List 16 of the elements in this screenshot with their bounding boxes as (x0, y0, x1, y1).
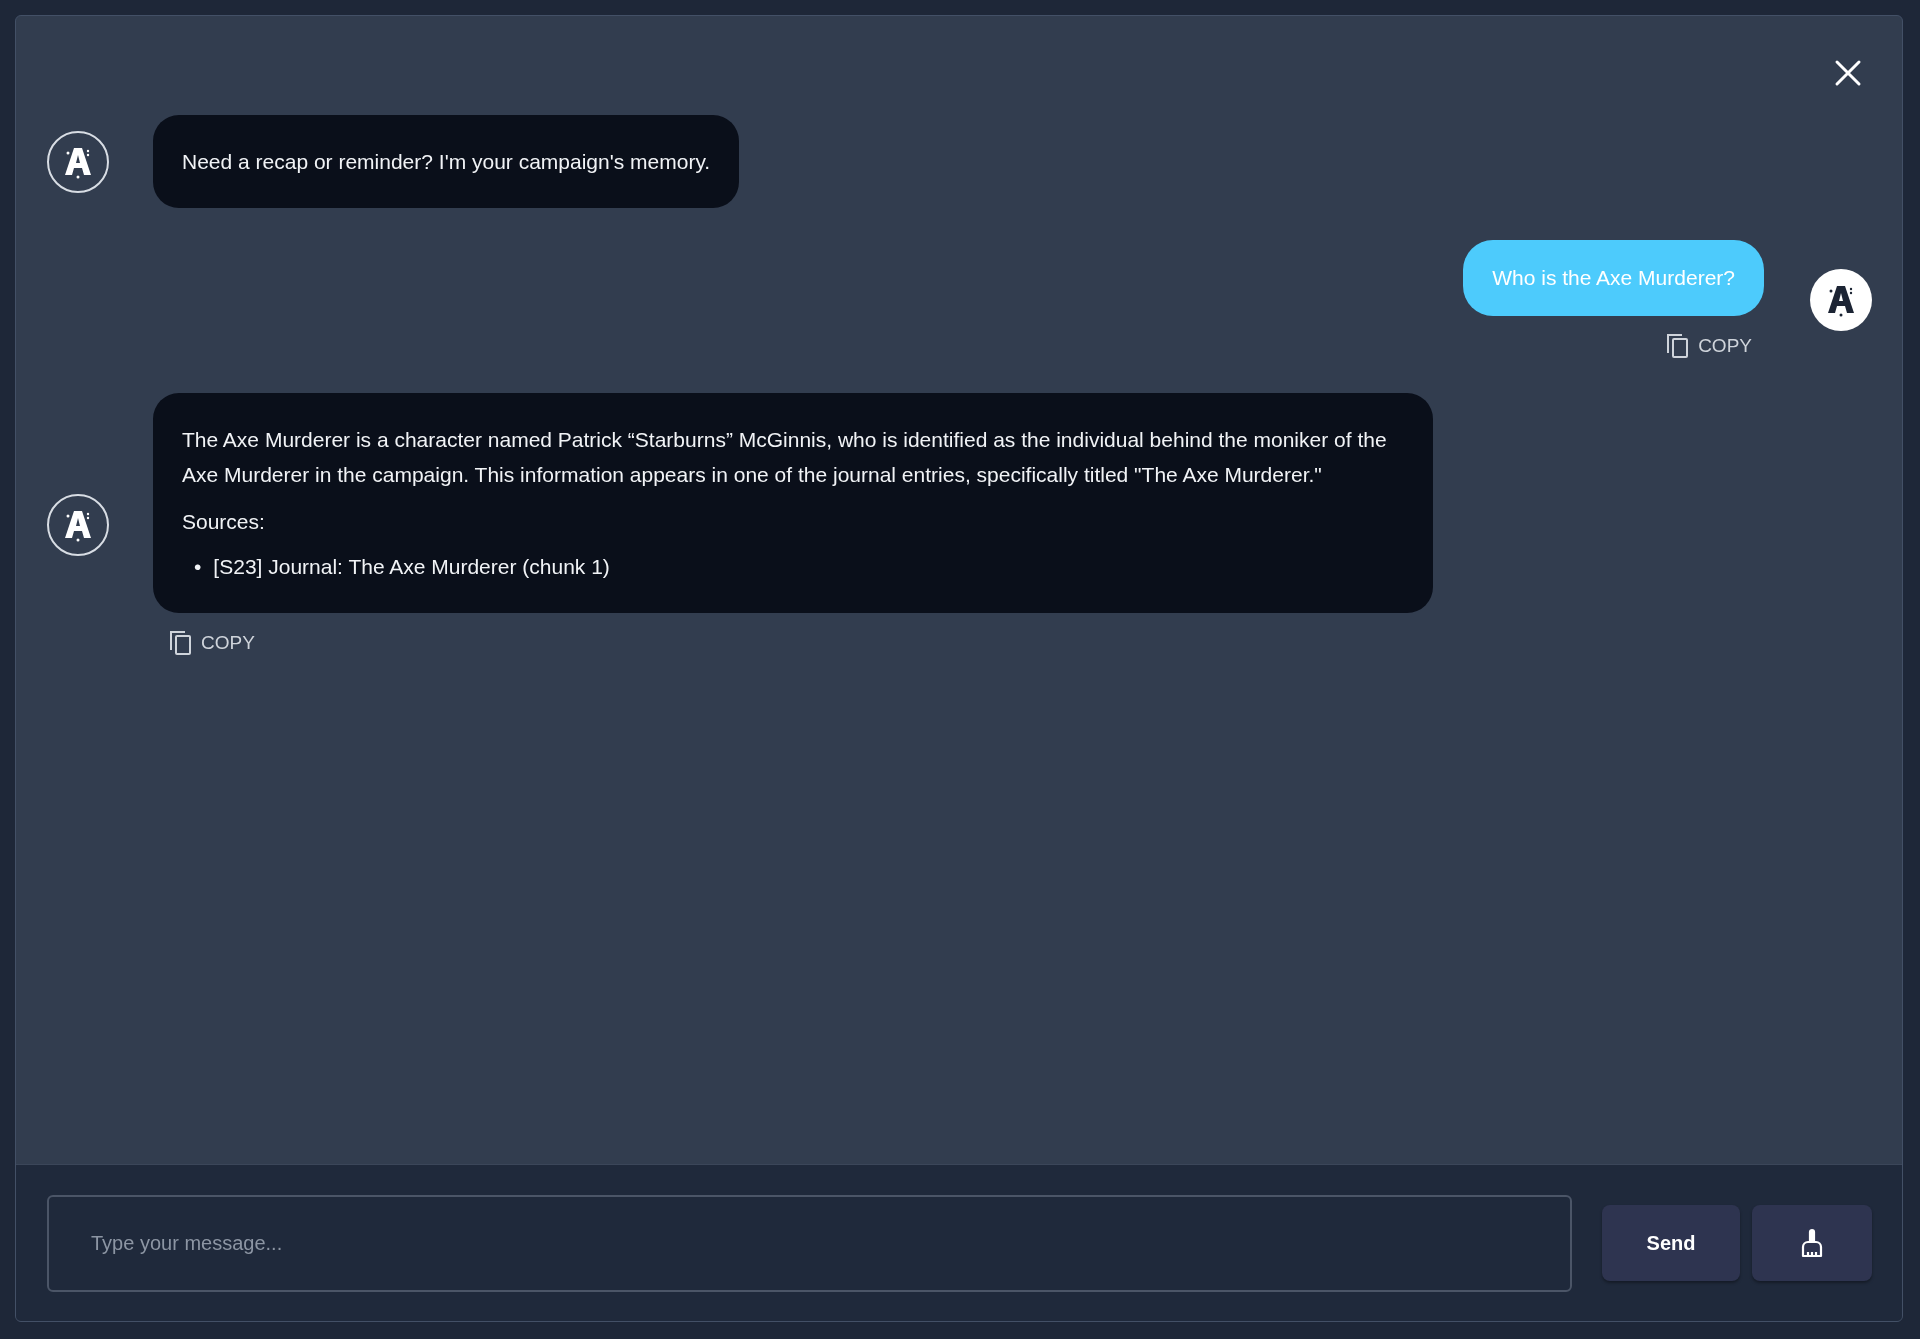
copy-button[interactable]: COPY (169, 628, 1433, 657)
message-text: Sources: (182, 508, 266, 535)
logo-icon (1825, 283, 1857, 318)
message-text: Who is the Axe Murderer? (1492, 265, 1735, 291)
broom-icon (1800, 1228, 1824, 1258)
bullet-mark: • (194, 553, 202, 580)
clear-button[interactable] (1752, 1205, 1872, 1281)
message-input[interactable]: Type your message... (47, 1194, 1572, 1292)
message-text: Need a recap or reminder? I'm your campaign's memory. (182, 149, 711, 175)
source-item: [S23] Journal: The Axe Murderer (chunk 1) (213, 553, 610, 580)
send-button[interactable]: Send (1602, 1205, 1740, 1281)
copy-icon (1666, 333, 1691, 360)
copy-button[interactable]: COPY (1666, 332, 1752, 361)
message-text: The Axe Murderer is a character named Patrick “Starburns” McGinnis, who is identified as the individual behind the moniker of the Axe Murderer in the campaign. This information appears in one of the journal entries, specifically titled "The Axe Murderer." (182, 426, 1388, 488)
close-icon (1834, 59, 1862, 87)
copy-icon (169, 629, 193, 656)
